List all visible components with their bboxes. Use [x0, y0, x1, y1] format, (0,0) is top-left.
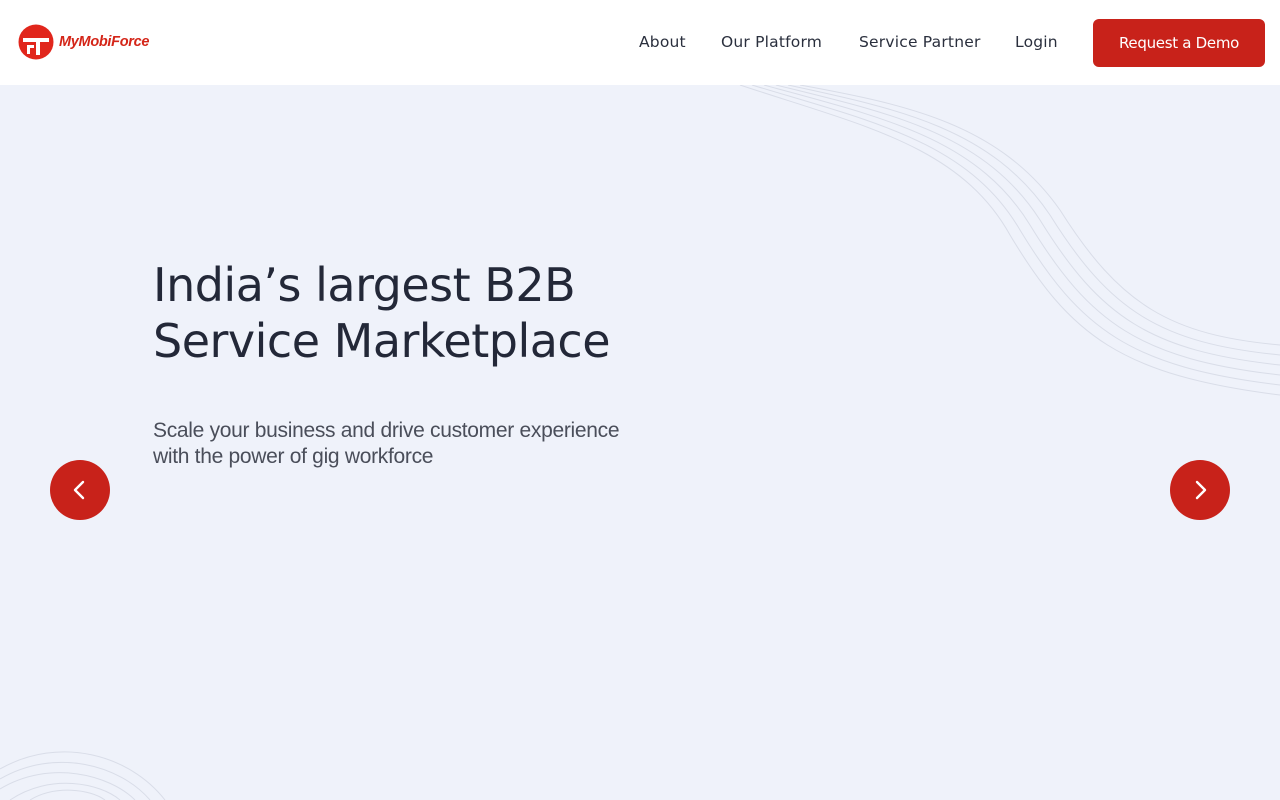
carousel-prev-button[interactable]	[50, 460, 110, 520]
chevron-right-icon	[1195, 480, 1207, 500]
logo-mark-icon	[18, 24, 54, 60]
nav-our-platform[interactable]: Our Platform	[721, 33, 822, 51]
carousel-next-button[interactable]	[1170, 460, 1230, 520]
hero-subtitle: Scale your business and drive customer e…	[153, 418, 673, 470]
hero-subtitle-line-1: Scale your business and drive customer e…	[153, 419, 620, 442]
site-header: MyMobiForce About Our Platform Service P…	[0, 0, 1280, 85]
nav-service-partner[interactable]: Service Partner	[859, 33, 981, 51]
hero-title-line-1: India’s largest B2B	[153, 258, 576, 312]
hero-subtitle-line-2: with the power of gig workforce	[153, 445, 434, 468]
brand-logo[interactable]: MyMobiForce	[18, 24, 149, 60]
hero-title-line-2: Service Marketplace	[153, 314, 611, 368]
nav-about[interactable]: About	[639, 33, 686, 51]
nav-login[interactable]: Login	[1015, 33, 1058, 51]
request-demo-button[interactable]: Request a Demo	[1093, 19, 1265, 67]
hero-title: India’s largest B2B Service Marketplace	[153, 257, 673, 369]
chevron-left-icon	[73, 480, 85, 500]
brand-name: MyMobiForce	[59, 34, 150, 50]
